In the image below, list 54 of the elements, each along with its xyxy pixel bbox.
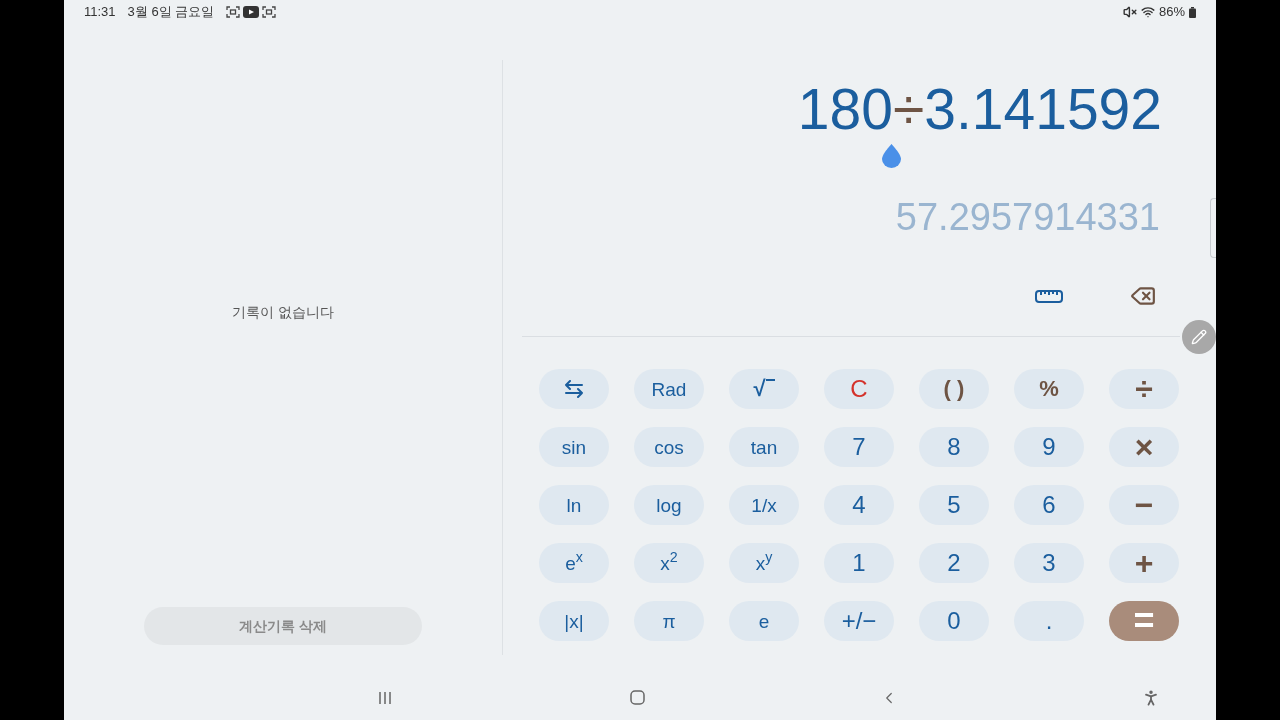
empty-history-message: 기록이 없습니다	[232, 303, 334, 322]
ruler-icon[interactable]	[1035, 289, 1063, 303]
digit-key[interactable]: +/−	[824, 601, 894, 641]
swap-arrows-icon	[564, 380, 584, 398]
clear-history-button[interactable]: 계산기록 삭제	[144, 607, 422, 645]
function-key[interactable]: cos	[634, 427, 704, 467]
digit-key[interactable]: 6	[1014, 485, 1084, 525]
function-key[interactable]: sin	[539, 427, 609, 467]
status-time: 11:31	[84, 3, 116, 22]
video-play-icon	[243, 6, 260, 18]
operator-key[interactable]: ÷	[1109, 369, 1179, 409]
toggle-key[interactable]	[539, 369, 609, 409]
frame-corners-icon	[226, 6, 241, 18]
digit-key[interactable]: 1	[824, 543, 894, 583]
result-preview: 57.2957914331	[895, 198, 1160, 236]
digit-key[interactable]: 9	[1014, 427, 1084, 467]
function-key[interactable]: x$^{y}$	[729, 543, 799, 583]
function-key[interactable]: x$^{2}$	[634, 543, 704, 583]
status-date: 3월 6일 금요일	[127, 3, 215, 22]
function-key[interactable]: log	[634, 485, 704, 525]
mute-icon	[1122, 5, 1137, 19]
operator-key[interactable]: +	[1109, 543, 1179, 583]
digit-key[interactable]: .	[1014, 601, 1084, 641]
battery-icon	[1189, 6, 1196, 18]
function-key[interactable]: π	[634, 601, 704, 641]
digit-key[interactable]: 4	[824, 485, 894, 525]
digit-key[interactable]: 0	[919, 601, 989, 641]
wifi-icon	[1140, 5, 1155, 19]
function-key[interactable]: Rad	[634, 369, 704, 409]
digit-key[interactable]: 8	[919, 427, 989, 467]
function-key[interactable]: e	[729, 601, 799, 641]
clear-key[interactable]: C	[824, 369, 894, 409]
battery-percent: 86%	[1158, 3, 1185, 22]
frame-corners-icon	[262, 6, 277, 18]
digit-key[interactable]: 2	[919, 543, 989, 583]
operator-key[interactable]: %	[1014, 369, 1084, 409]
digit-key[interactable]: 5	[919, 485, 989, 525]
function-key[interactable]: |x|	[539, 601, 609, 641]
pencil-icon	[1191, 329, 1207, 345]
operator-key[interactable]: ×	[1109, 427, 1179, 467]
operator-key[interactable]: ( )	[919, 369, 989, 409]
digit-key[interactable]: 7	[824, 427, 894, 467]
function-key[interactable]: tan	[729, 427, 799, 467]
equals-key[interactable]: =	[1109, 601, 1179, 641]
square-root-key[interactable]: √	[729, 369, 799, 409]
recent-apps-icon[interactable]	[378, 690, 392, 705]
function-key[interactable]: ln	[539, 485, 609, 525]
function-key[interactable]: e$^{x}$	[539, 543, 609, 583]
home-icon[interactable]	[630, 690, 645, 705]
operator-key[interactable]: −	[1109, 485, 1179, 525]
cursor-handle-icon[interactable]	[882, 144, 901, 168]
expression-text[interactable]: 180÷3.141592	[797, 81, 1162, 138]
digit-key[interactable]: 3	[1014, 543, 1084, 583]
function-key[interactable]: 1/x	[729, 485, 799, 525]
